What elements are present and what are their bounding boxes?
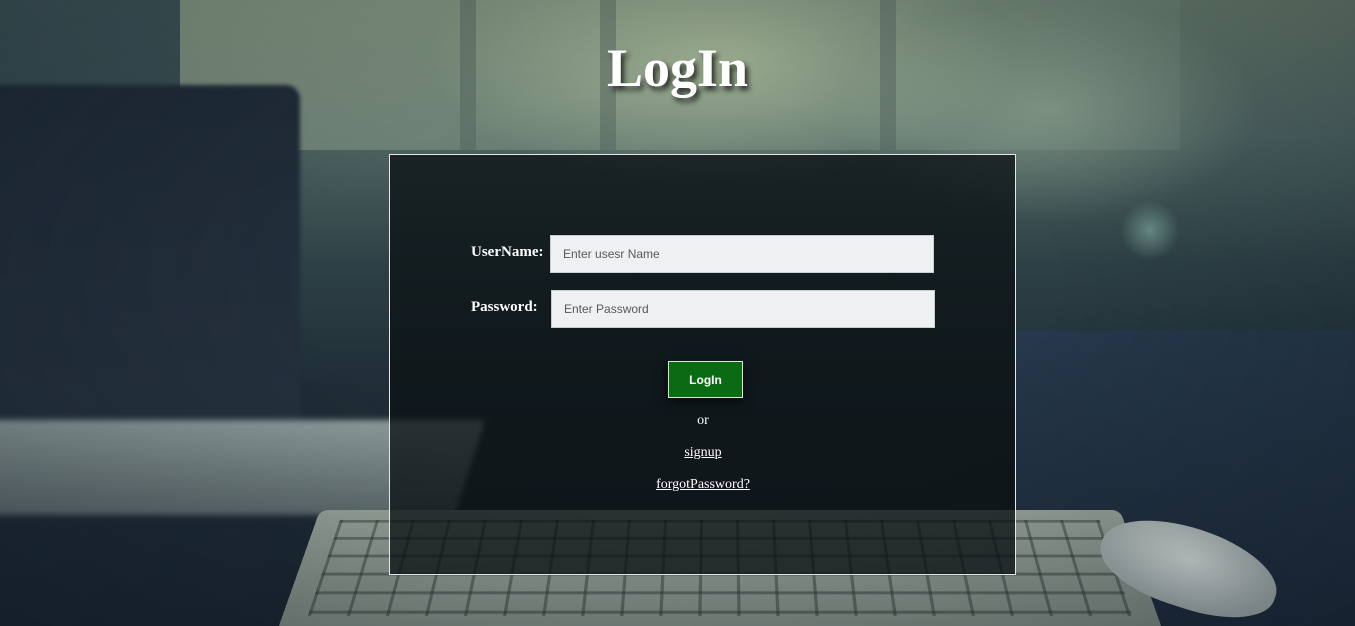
password-label: Password: [471,299,538,315]
password-input[interactable] [551,290,935,328]
username-row: UserName: [390,235,1015,273]
password-row: Password: [390,290,1015,328]
forgot-password-link[interactable]: forgotPassword? [390,477,1016,493]
username-input[interactable] [550,235,934,273]
login-panel: UserName: Password: LogIn or signup forg… [389,154,1016,575]
or-separator: or [697,413,709,428]
login-button[interactable]: LogIn [668,361,743,398]
page-title: LogIn [606,38,749,98]
username-label: UserName: [471,244,544,260]
signup-link[interactable]: signup [390,445,1016,461]
